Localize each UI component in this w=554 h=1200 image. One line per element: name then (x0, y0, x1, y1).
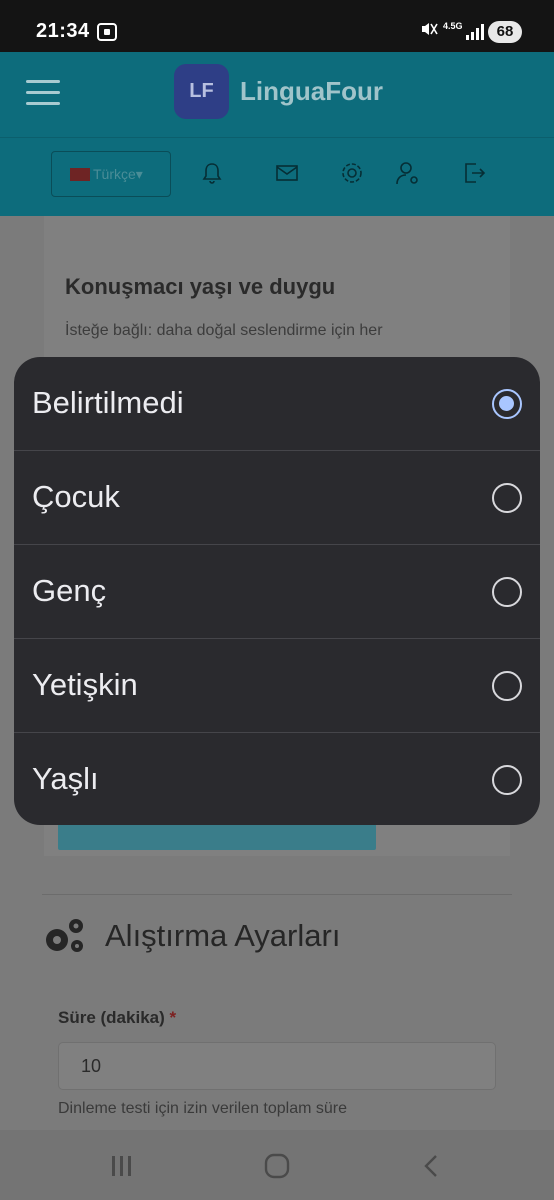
back-icon[interactable] (418, 1152, 446, 1180)
required-mark: * (169, 1008, 177, 1027)
language-select[interactable]: Türkçe▾ (51, 151, 171, 197)
logo-badge[interactable]: LF (174, 64, 229, 119)
language-label: Türkçe (93, 166, 136, 182)
option-label: Yaşlı (32, 761, 99, 796)
option-yasli[interactable]: Yaşlı (14, 733, 540, 825)
mail-icon[interactable] (274, 160, 300, 186)
status-bar: 21:34 4.5G 68 (0, 0, 554, 52)
option-label: Belirtilmedi (32, 385, 184, 420)
radio-button[interactable] (492, 389, 522, 419)
section-title: Alıştırma Ayarları (105, 918, 341, 953)
option-cocuk[interactable]: Çocuk (14, 451, 540, 545)
divider (42, 894, 512, 895)
signal-icon (466, 24, 484, 40)
radio-button[interactable] (492, 765, 522, 795)
duration-help: Dinleme testi için izin verilen toplam s… (58, 1100, 347, 1117)
logout-icon[interactable] (461, 160, 487, 186)
option-genc[interactable]: Genç (14, 545, 540, 639)
caret-down-icon: ▾ (135, 166, 143, 182)
speaker-age-dialog: Belirtilmedi Çocuk Genç Yetişkin Yaşlı (14, 357, 540, 825)
duration-input[interactable]: 10 (58, 1042, 496, 1090)
home-icon[interactable] (263, 1152, 291, 1180)
radio-button[interactable] (492, 671, 522, 701)
app-header: LF LinguaFour Türkçe▾ (0, 52, 554, 216)
option-label: Genç (32, 573, 107, 608)
status-time: 21:34 (36, 20, 90, 42)
user-settings-icon[interactable] (395, 160, 421, 186)
card-description: İsteğe bağlı: daha doğal seslendirme içi… (65, 322, 383, 339)
mute-icon (420, 20, 438, 43)
option-yetiskin[interactable]: Yetişkin (14, 639, 540, 733)
option-belirtilmedi[interactable]: Belirtilmedi (14, 357, 540, 451)
app-name[interactable]: LinguaFour (240, 76, 383, 107)
option-label: Çocuk (32, 479, 120, 514)
duration-label: Süre (dakika) * (58, 1008, 177, 1027)
bell-icon[interactable] (199, 160, 225, 186)
network-type: 4.5G (443, 21, 463, 31)
card-title: Konuşmacı yaşı ve duygu (65, 274, 336, 299)
settings-icon[interactable] (339, 160, 365, 186)
recents-icon[interactable] (108, 1152, 136, 1180)
header-top: LF LinguaFour (0, 52, 554, 138)
radio-button[interactable] (492, 483, 522, 513)
radio-button[interactable] (492, 577, 522, 607)
screen-record-icon (97, 23, 117, 41)
menu-icon[interactable] (26, 80, 60, 106)
flag-icon (70, 168, 90, 181)
option-label: Yetişkin (32, 667, 138, 702)
gears-icon (41, 916, 89, 956)
system-nav-bar (0, 1130, 554, 1200)
battery-indicator: 68 (488, 21, 522, 43)
header-nav: Türkçe▾ (0, 138, 554, 216)
